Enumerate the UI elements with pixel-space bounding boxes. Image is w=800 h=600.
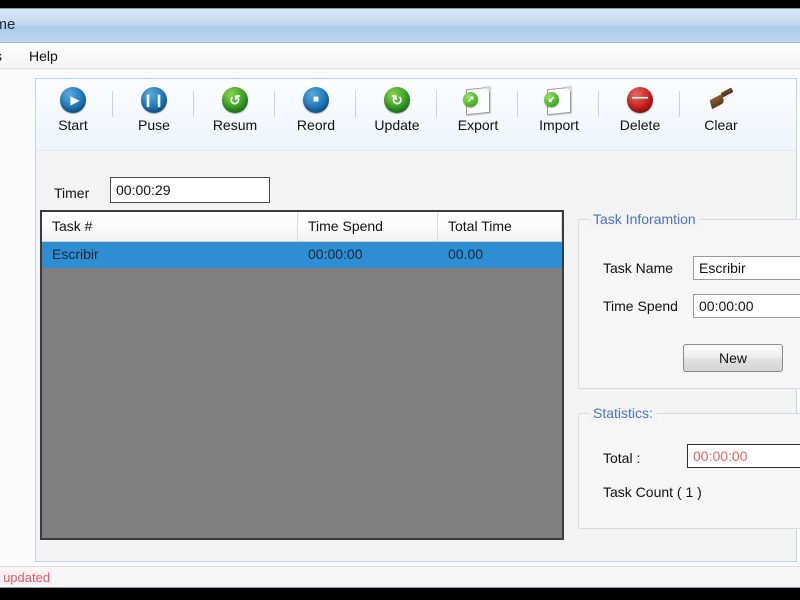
toolbar-button-resum[interactable]: ↺ Resum [202,84,268,133]
toolbar-button-import-label: Import [539,117,579,133]
pause-circle-icon: ❙❙ [140,87,168,115]
timer-label: Timer [54,185,90,201]
toolbar-separator-0 [112,91,113,117]
menu-bar: s Help [0,43,800,69]
status-bar: en updated [0,566,800,587]
column-header-total-time[interactable]: Total Time [438,212,562,241]
new-button[interactable]: New [683,344,783,372]
cell-time-spend: 00:00:00 [308,246,363,262]
screen-root: ✋ er ⌛ er time s Help ▶ [0,0,800,600]
column-header-time-spend[interactable]: Time Spend [298,212,438,241]
delete-circle-icon: — [626,87,654,115]
import-document-icon: ↙ [544,86,573,116]
total-label: Total : [603,450,641,466]
task-information-title: Task Inforamtion [589,211,700,227]
app-window: time s Help ▶ Start [0,8,800,588]
statistics-group: Statistics: Total : Task Count ( 1 ) [578,405,800,529]
bezel-top [0,0,800,8]
task-list[interactable]: Task # Time Spend Total Time Escribir 00… [40,210,564,540]
toolbar-button-delete[interactable]: — Delete [607,84,673,133]
time-spend-field[interactable] [693,294,800,318]
toolbar-button-export[interactable]: ↗ Export [445,84,511,133]
main-panel: ▶ Start ❙❙ Puse ↺ Resum ■ Reord ↻ Update… [35,78,800,562]
status-message: en updated [0,570,53,585]
toolbar-separator-4 [436,91,437,117]
stop-circle-icon: ■ [302,87,330,115]
toolbar-button-clear[interactable]: Clear [688,84,754,133]
toolbar-separator-6 [598,91,599,117]
play-circle-icon: ▶ [59,87,87,115]
toolbar-separator-7 [679,91,680,117]
toolbar-separator-1 [193,91,194,117]
table-row[interactable]: Escribir 00:00:00 00.00 [42,242,562,268]
bezel-bottom [0,588,800,600]
toolbar-button-resum-label: Resum [212,117,258,133]
toolbar-button-puse[interactable]: ❙❙ Puse [121,84,187,133]
task-information-group: Task Inforamtion Task Name Time Spend Ne… [578,211,800,389]
export-document-icon: ↗ [463,86,492,116]
task-name-label: Task Name [603,260,674,276]
cell-task: Escribir [52,246,99,262]
toolbar-button-reord[interactable]: ■ Reord [283,84,349,133]
toolbar-button-export-label: Export [457,117,499,133]
total-field[interactable] [687,444,800,468]
menu-item-0[interactable]: s [0,48,6,64]
window-title: time [0,16,16,33]
task-list-header: Task # Time Spend Total Time [42,212,562,242]
menu-item-help[interactable]: Help [25,48,62,64]
statistics-title: Statistics: [589,405,657,421]
cell-total-time: 00.00 [448,246,484,262]
task-count-label: Task Count ( 1 ) [603,484,702,500]
time-spend-label: Time Spend [603,298,678,314]
toolbar-button-reord-label: Reord [296,117,336,133]
title-bar[interactable]: time [0,9,800,43]
toolbar: ▶ Start ❙❙ Puse ↺ Resum ■ Reord ↻ Update… [36,79,796,151]
toolbar-button-start-label: Start [58,117,88,133]
toolbar-separator-3 [355,91,356,117]
resume-circle-icon: ↺ [221,87,249,115]
column-header-task[interactable]: Task # [42,212,298,241]
update-circle-icon: ↻ [383,87,411,115]
task-name-field[interactable] [693,256,800,280]
toolbar-button-start[interactable]: ▶ Start [40,84,106,133]
timer-input[interactable] [110,177,270,203]
toolbar-button-puse-label: Puse [138,117,170,133]
toolbar-button-import[interactable]: ↙ Import [526,84,592,133]
toolbar-button-delete-label: Delete [619,117,661,133]
toolbar-button-clear-label: Clear [704,117,738,133]
broom-icon [707,87,735,115]
toolbar-button-update-label: Update [374,117,420,133]
toolbar-button-update[interactable]: ↻ Update [364,84,430,133]
toolbar-separator-5 [517,91,518,117]
client-area: ▶ Start ❙❙ Puse ↺ Resum ■ Reord ↻ Update… [0,70,800,587]
toolbar-separator-2 [274,91,275,117]
